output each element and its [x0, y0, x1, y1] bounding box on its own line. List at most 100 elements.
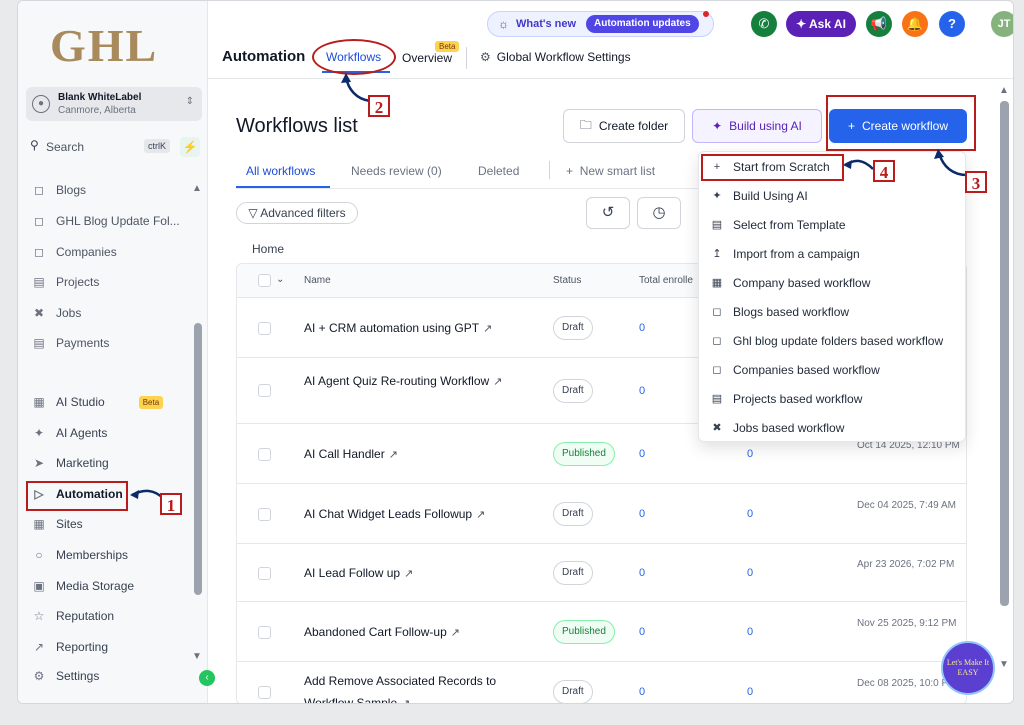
table-row[interactable]: Add Remove Associated Records to Workflo…: [237, 662, 966, 703]
menu-item-label: Import from a campaign: [733, 246, 860, 261]
row-checkbox[interactable]: [258, 508, 271, 521]
total-enrolled[interactable]: 0: [639, 567, 645, 579]
collapse-sidebar-icon[interactable]: ‹: [199, 670, 215, 686]
menu-item-companies-based[interactable]: ◻ Companies based workflow: [699, 355, 967, 384]
scroll-up-arrow[interactable]: ▲: [999, 85, 1009, 96]
sidebar-item-label: Media Storage: [56, 579, 135, 593]
active-enrolled[interactable]: 0: [747, 626, 753, 638]
tab-overview[interactable]: Overview: [402, 51, 452, 65]
menu-item-import-from-campaign[interactable]: ↥ Import from a campaign: [699, 239, 967, 268]
total-enrolled[interactable]: 0: [639, 448, 645, 460]
sidebar-item-sites[interactable]: ▦ Sites: [30, 513, 82, 535]
sidebar-scrollbar[interactable]: [194, 323, 202, 595]
workflow-name-link[interactable]: Abandoned Cart Follow-up ↗: [304, 621, 524, 644]
main-scrollbar[interactable]: [1000, 101, 1009, 606]
menu-item-select-from-template[interactable]: ▤ Select from Template: [699, 210, 967, 239]
breadcrumb[interactable]: Home: [252, 242, 284, 256]
location-icon: ●: [32, 95, 50, 113]
external-link-icon[interactable]: ↗: [476, 509, 485, 521]
column-name[interactable]: Name: [304, 275, 331, 286]
table-row[interactable]: AI Lead Follow up ↗ Draft 0 0 Apr 23 2026…: [237, 544, 966, 602]
sidebar-item-reputation[interactable]: ☆ Reputation: [30, 605, 114, 627]
sidebar-item-payments[interactable]: ▤ Payments: [30, 332, 109, 354]
bell-icon[interactable]: 🔔: [902, 11, 928, 37]
advanced-filters-button[interactable]: ▽ Advanced filters: [236, 202, 358, 224]
active-enrolled[interactable]: 0: [747, 686, 753, 698]
scroll-down-arrow[interactable]: ▼: [192, 651, 202, 662]
whats-new-button[interactable]: ☼ What's new Automation updates: [487, 11, 714, 37]
sidebar-item-jobs[interactable]: ✖ Jobs: [30, 302, 81, 324]
scroll-up-arrow[interactable]: ▲: [192, 183, 202, 194]
workflow-name-link[interactable]: AI Call Handler ↗: [304, 443, 524, 466]
sidebar-item-settings[interactable]: ⚙ Settings: [30, 665, 100, 687]
row-checkbox[interactable]: [258, 567, 271, 580]
column-total-enrolled[interactable]: Total enrolle: [639, 275, 693, 286]
total-enrolled[interactable]: 0: [639, 626, 645, 638]
megaphone-icon[interactable]: 📢: [866, 11, 892, 37]
build-using-ai-button[interactable]: ✦ Build using AI: [692, 109, 822, 143]
external-link-icon[interactable]: ↗: [404, 568, 413, 580]
scroll-down-arrow[interactable]: ▼: [999, 659, 1009, 670]
quick-actions-bolt-icon[interactable]: ⚡: [180, 137, 200, 157]
tab-global-workflow-settings[interactable]: ⚙ Global Workflow Settings: [480, 50, 631, 64]
workflow-name-link[interactable]: AI + CRM automation using GPT ↗: [304, 317, 524, 340]
user-avatar[interactable]: JT: [991, 11, 1013, 37]
row-checkbox[interactable]: [258, 448, 271, 461]
external-link-icon[interactable]: ↗: [401, 698, 410, 703]
sidebar-item-ai-studio[interactable]: ▦ AI Studio Beta: [30, 391, 164, 413]
subtab-new-smart-list[interactable]: + New smart list: [566, 164, 655, 178]
workflow-name-link[interactable]: Add Remove Associated Records to Workflo…: [304, 670, 524, 703]
external-link-icon[interactable]: ↗: [493, 376, 502, 388]
external-link-icon[interactable]: ↗: [389, 449, 398, 461]
row-checkbox[interactable]: [258, 686, 271, 699]
row-checkbox[interactable]: [258, 626, 271, 639]
row-checkbox[interactable]: [258, 322, 271, 335]
total-enrolled[interactable]: 0: [639, 686, 645, 698]
total-enrolled[interactable]: 0: [639, 322, 645, 334]
subtab-needs-review[interactable]: Needs review (0): [351, 164, 442, 178]
clock-icon[interactable]: ◷: [637, 197, 681, 229]
ask-ai-button[interactable]: ✦ Ask AI: [786, 11, 856, 37]
sidebar-item-memberships[interactable]: ○ Memberships: [30, 544, 128, 566]
sidebar-item-projects[interactable]: ▤ Projects: [30, 271, 99, 293]
row-checkbox[interactable]: [258, 384, 271, 397]
brand-logo[interactable]: GHL: [50, 19, 158, 72]
sidebar-item-ai-agents[interactable]: ✦ AI Agents: [30, 422, 107, 444]
sidebar-item-marketing[interactable]: ➤ Marketing: [30, 452, 109, 474]
active-enrolled[interactable]: 0: [747, 508, 753, 520]
phone-icon[interactable]: ✆: [751, 11, 777, 37]
sidebar-item-reporting[interactable]: ↗ Reporting: [30, 636, 108, 658]
table-row[interactable]: Abandoned Cart Follow-up ↗ Published 0 0 …: [237, 602, 966, 662]
menu-item-projects-based[interactable]: ▤ Projects based workflow: [699, 384, 967, 413]
active-enrolled[interactable]: 0: [747, 567, 753, 579]
search-input[interactable]: ⚲ Search ctrlK: [26, 136, 174, 158]
active-enrolled[interactable]: 0: [747, 448, 753, 460]
create-folder-button[interactable]: 🗀 Create folder: [563, 109, 685, 143]
workflow-name-link[interactable]: AI Chat Widget Leads Followup ↗: [304, 503, 524, 526]
total-enrolled[interactable]: 0: [639, 508, 645, 520]
menu-item-build-using-ai[interactable]: ✦ Build Using AI: [699, 181, 967, 210]
menu-item-company-based[interactable]: ▦ Company based workflow: [699, 268, 967, 297]
workflow-name-link[interactable]: AI Lead Follow up ↗: [304, 562, 524, 585]
menu-item-ghl-blog-update-based[interactable]: ◻ Ghl blog update folders based workflow: [699, 326, 967, 355]
menu-item-jobs-based[interactable]: ✖ Jobs based workflow: [699, 413, 967, 442]
workflow-name-link[interactable]: AI Agent Quiz Re-routing Workflow ↗: [304, 370, 524, 393]
sidebar-item-media-storage[interactable]: ▣ Media Storage: [30, 575, 134, 597]
sidebar-item-ghl-blog-update[interactable]: ◻ GHL Blog Update Fol...: [30, 210, 180, 232]
history-icon[interactable]: ↺: [586, 197, 630, 229]
subtab-deleted[interactable]: Deleted: [478, 164, 519, 178]
button-label: Build using AI: [729, 119, 802, 133]
select-all-checkbox[interactable]: [258, 274, 271, 287]
account-switcher[interactable]: ● Blank WhiteLabel Canmore, Alberta ⇕: [26, 87, 202, 121]
external-link-icon[interactable]: ↗: [451, 627, 460, 639]
sidebar-item-companies[interactable]: ◻ Companies: [30, 241, 117, 263]
table-row[interactable]: AI Chat Widget Leads Followup ↗ Draft 0 0…: [237, 484, 966, 544]
total-enrolled[interactable]: 0: [639, 385, 645, 397]
subtab-all-workflows[interactable]: All workflows: [246, 164, 315, 178]
help-icon[interactable]: ?: [939, 11, 965, 37]
column-status[interactable]: Status: [553, 275, 581, 286]
external-link-icon[interactable]: ↗: [483, 323, 492, 335]
chevron-down-icon[interactable]: ⌄: [276, 274, 284, 285]
menu-item-blogs-based[interactable]: ◻ Blogs based workflow: [699, 297, 967, 326]
sidebar-item-blogs[interactable]: ◻ Blogs: [30, 179, 86, 201]
